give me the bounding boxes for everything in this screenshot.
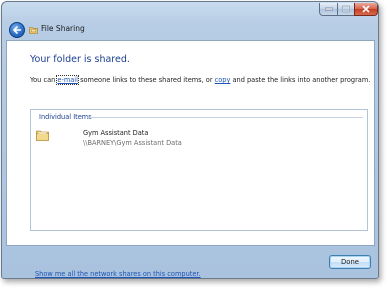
minimize-icon <box>324 7 333 11</box>
back-button[interactable] <box>9 22 25 38</box>
email-link[interactable]: e-mail <box>56 75 79 85</box>
file-sharing-folder-icon <box>29 27 38 34</box>
individual-items-panel: Individual Items Gym Assistant Data \\BA… <box>30 109 368 231</box>
minimize-button[interactable] <box>319 3 338 16</box>
instruction-text: You can e-mail someone links to these sh… <box>30 75 371 85</box>
instruction-suffix: and paste the links into another program… <box>230 76 371 84</box>
network-shares-link[interactable]: Show me all the network shares on this c… <box>35 270 201 278</box>
close-button[interactable] <box>354 3 378 16</box>
file-sharing-window: File Sharing Your folder is shared. You … <box>1 1 379 279</box>
individual-items-header: Individual Items <box>39 113 92 121</box>
items-header-divider <box>87 117 363 118</box>
shared-folder-icon <box>36 130 49 141</box>
done-button[interactable]: Done <box>329 255 371 269</box>
title-bar: File Sharing <box>2 2 378 38</box>
item-path: \\BARNEY\Gym Assistant Data <box>83 139 182 147</box>
instruction-middle: someone links to these shared items, or <box>77 76 215 84</box>
close-icon <box>362 5 370 13</box>
content-pane: Your folder is shared. You can e-mail so… <box>6 40 375 278</box>
copy-link[interactable]: copy <box>215 76 231 84</box>
maximize-button[interactable] <box>337 3 355 16</box>
page-heading: Your folder is shared. <box>30 54 130 65</box>
window-title: File Sharing <box>41 24 85 33</box>
instruction-prefix: You can <box>30 76 58 84</box>
back-arrow-icon <box>13 26 22 34</box>
item-name: Gym Assistant Data <box>83 129 149 137</box>
maximize-icon <box>342 5 350 13</box>
